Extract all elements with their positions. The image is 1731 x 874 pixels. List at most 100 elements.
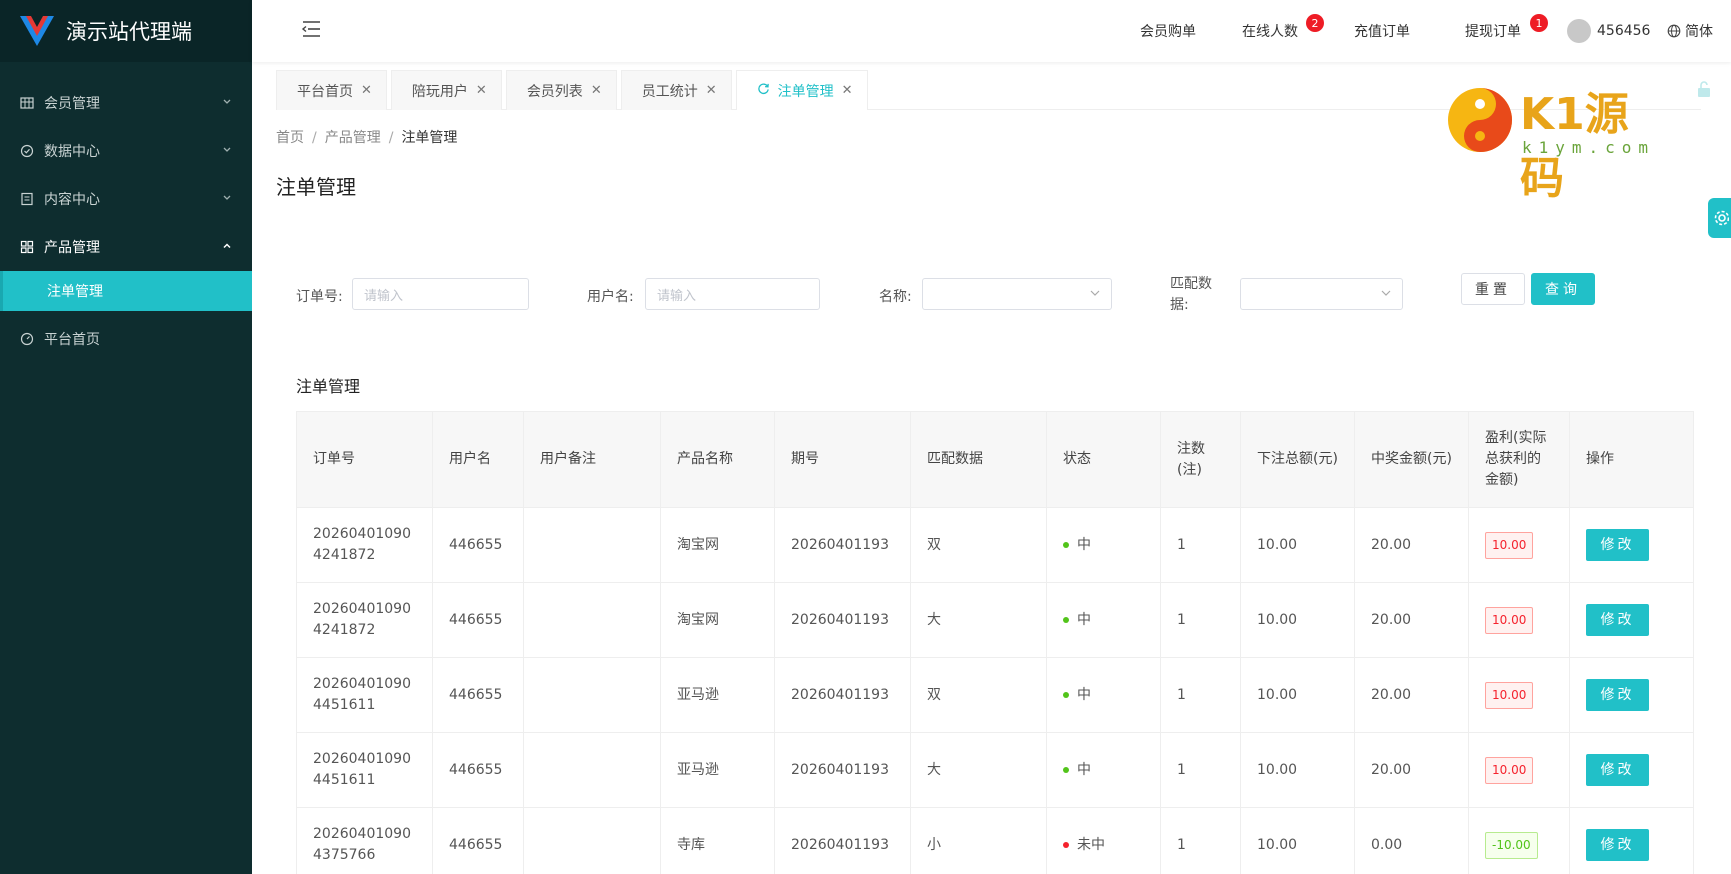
settings-drawer-toggle[interactable] [1708, 198, 1731, 238]
sidebar-subitem-bet-management[interactable]: 注单管理 [0, 271, 252, 311]
column-header: 中奖金额(元) [1354, 411, 1469, 508]
k1-brand-watermark: K1源码 k1ym.com [1446, 78, 1656, 204]
status-dot-icon [1063, 767, 1069, 774]
profit-tag: 10.00 [1485, 606, 1534, 634]
reset-button[interactable]: 重置 [1461, 273, 1525, 305]
chevron-down-icon [1381, 290, 1391, 296]
chevron-down-icon [222, 193, 232, 206]
tab-label: 平台首页 [297, 83, 353, 100]
cell-win-amount: 20.00 [1354, 507, 1469, 583]
sidebar-item-label: 产品管理 [44, 240, 100, 256]
breadcrumb-parent[interactable]: 产品管理 [325, 130, 381, 146]
table-row[interactable]: 202604010904241872 446655 淘宝网 20260401193 大 中… [296, 582, 1694, 658]
cell-bet-total: 10.00 [1240, 507, 1355, 583]
top-header: 会员购单 在线人数 2 充值订单 提现订单 1 456456 简体 [252, 0, 1731, 62]
header-link-withdraw-orders[interactable]: 提现订单 [1465, 0, 1521, 62]
cell-win-amount: 20.00 [1354, 732, 1469, 808]
sidebar-item-label: 内容中心 [44, 192, 100, 208]
tab-label: 会员列表 [526, 83, 583, 100]
cell-period: 20260401193 [774, 507, 911, 583]
header-link-recharge-orders[interactable]: 充值订单 [1354, 0, 1410, 62]
menu-collapse-icon[interactable] [300, 19, 322, 39]
sidebar-item-members[interactable]: 会员管理 [0, 79, 252, 127]
avatar[interactable] [1567, 19, 1591, 43]
cell-status: 中 [1046, 582, 1161, 658]
cell-profit: 10.00 [1468, 732, 1570, 808]
close-icon[interactable]: ✕ [591, 83, 602, 98]
lock-icon[interactable] [1696, 80, 1712, 98]
edit-button[interactable]: 修改 [1586, 529, 1649, 561]
column-header: 用户备注 [523, 411, 661, 508]
table-row[interactable]: 202604010904241872 446655 淘宝网 20260401193 双 中… [296, 507, 1694, 583]
sidebar: 演示站代理端 会员管理 数据中心 内容中心 产品管理 注单管理 平台首页 [0, 0, 252, 874]
status-badge: 未中 [1063, 835, 1105, 856]
name-select[interactable] [922, 278, 1112, 310]
tab-staff-stats[interactable]: 员工统计 ✕ [620, 70, 732, 110]
match-data-select[interactable] [1240, 278, 1403, 310]
edit-button[interactable]: 修改 [1586, 754, 1649, 786]
table-row[interactable]: 202604010904451611 446655 亚马逊 20260401193 大 中… [296, 732, 1694, 808]
tab-companion-users[interactable]: 陪玩用户 ✕ [390, 70, 502, 110]
header-username[interactable]: 456456 [1597, 0, 1650, 62]
header-link-member-purchase[interactable]: 会员购单 [1140, 0, 1196, 62]
header-link-online-users[interactable]: 在线人数 [1242, 0, 1298, 62]
status-text: 未中 [1077, 836, 1105, 853]
query-button[interactable]: 查询 [1531, 273, 1595, 305]
chevron-down-icon [1090, 290, 1100, 296]
cell-username: 446655 [432, 807, 524, 874]
cell-period: 20260401193 [774, 732, 911, 808]
app-logo[interactable]: 演示站代理端 [0, 0, 252, 62]
cell-remark [523, 507, 661, 583]
chevron-down-icon [222, 97, 232, 110]
cell-match: 小 [910, 807, 1047, 874]
online-users-badge: 2 [1306, 14, 1324, 32]
cell-status: 中 [1046, 732, 1161, 808]
cell-username: 446655 [432, 732, 524, 808]
cell-match: 双 [910, 507, 1047, 583]
order-no-placeholder: 请输入 [364, 288, 404, 304]
edit-button[interactable]: 修改 [1586, 679, 1649, 711]
breadcrumb-separator: / [312, 130, 317, 146]
status-badge: 中 [1063, 760, 1091, 781]
match-data-label: 匹配数 据: [1170, 274, 1212, 316]
chevron-down-icon [222, 145, 232, 158]
tab-member-list[interactable]: 会员列表 ✕ [505, 70, 617, 110]
tab-platform-home[interactable]: 平台首页 ✕ [276, 70, 387, 110]
cell-action: 修改 [1569, 507, 1694, 583]
cell-profit: 10.00 [1468, 657, 1570, 733]
brand-domain: k1ym.com [1522, 138, 1656, 157]
cell-period: 20260401193 [774, 807, 911, 874]
breadcrumb-separator: / [388, 130, 394, 146]
order-no-input[interactable]: 请输入 [352, 278, 529, 310]
column-header: 订单号 [296, 411, 433, 508]
tab-bet-management[interactable]: 注单管理 ✕ [735, 70, 868, 110]
sidebar-item-platform-home[interactable]: 平台首页 [0, 315, 252, 363]
cell-count: 1 [1160, 582, 1241, 658]
table-row[interactable]: 202604010904451611 446655 亚马逊 20260401193 双 中… [296, 657, 1694, 733]
refresh-icon[interactable] [757, 82, 770, 99]
cell-win-amount: 0.00 [1354, 807, 1469, 874]
cell-status: 未中 [1046, 807, 1161, 874]
cell-match: 大 [910, 582, 1047, 658]
cell-status: 中 [1046, 507, 1161, 583]
table-row[interactable]: 202604010904375766 446655 寺库 20260401193 小 未中… [296, 807, 1694, 874]
cell-remark [523, 732, 661, 808]
status-dot-icon [1063, 842, 1069, 849]
cell-action: 修改 [1569, 732, 1694, 808]
edit-button[interactable]: 修改 [1586, 829, 1649, 861]
cell-win-amount: 20.00 [1354, 582, 1469, 658]
sidebar-item-content-center[interactable]: 内容中心 [0, 175, 252, 223]
close-icon[interactable]: ✕ [842, 83, 853, 98]
language-switch[interactable]: 简体 [1667, 0, 1713, 62]
close-icon[interactable]: ✕ [476, 83, 487, 98]
language-label: 简体 [1685, 24, 1713, 40]
edit-button[interactable]: 修改 [1586, 604, 1649, 636]
close-icon[interactable]: ✕ [361, 83, 372, 98]
sidebar-item-product-management[interactable]: 产品管理 [0, 223, 252, 271]
cell-count: 1 [1160, 732, 1241, 808]
sidebar-item-data-center[interactable]: 数据中心 [0, 127, 252, 175]
username-input[interactable]: 请输入 [645, 278, 820, 310]
breadcrumb-current: 注单管理 [401, 130, 458, 146]
close-icon[interactable]: ✕ [706, 83, 717, 98]
breadcrumb-home[interactable]: 首页 [276, 130, 304, 146]
